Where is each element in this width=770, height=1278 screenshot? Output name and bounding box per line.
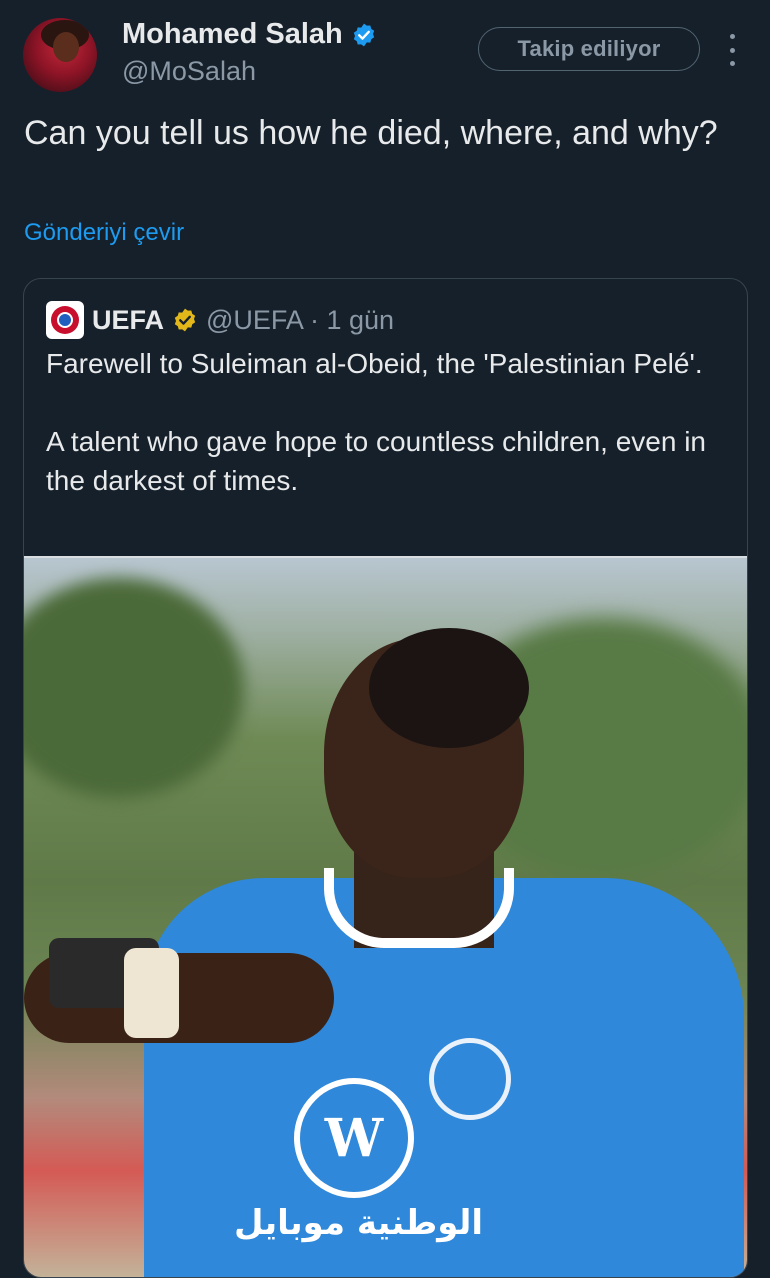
author-name[interactable]: Mohamed Salah <box>122 18 343 51</box>
avatar-face <box>53 32 79 62</box>
player-hair <box>369 628 529 748</box>
following-button[interactable]: Takip ediliyor <box>478 27 700 71</box>
uefa-logo-avatar[interactable] <box>46 301 84 339</box>
quoted-author-handle[interactable]: @UEFA <box>206 305 304 336</box>
quoted-paragraph: Farewell to Suleiman al-Obeid, the 'Pale… <box>46 348 703 379</box>
translate-post-link[interactable]: Gönderiyi çevir <box>24 219 184 247</box>
club-crest-icon <box>429 1038 511 1120</box>
tweet-text: Can you tell us how he died, where, and … <box>24 114 718 152</box>
verified-badge-icon <box>353 23 374 46</box>
shirt-sponsor-text: الوطنية موبايل <box>234 1203 483 1243</box>
quoted-author-name[interactable]: UEFA <box>92 305 164 336</box>
quoted-timestamp[interactable]: · 1 gün <box>310 305 394 336</box>
more-dot <box>729 47 735 53</box>
quoted-tweet-text: Farewell to Suleiman al-Obeid, the 'Pale… <box>46 344 726 500</box>
quoted-media-photo[interactable]: W الوطنية موبايل <box>24 556 747 1277</box>
author-handle[interactable]: @MoSalah <box>122 56 256 87</box>
gold-verified-badge-icon <box>174 308 196 332</box>
photo-background-tree <box>24 578 244 798</box>
quoted-tweet[interactable]: UEFA @UEFA · 1 gün Farewell to Suleiman … <box>23 278 748 1278</box>
more-dot <box>729 34 735 39</box>
more-dot <box>729 61 735 66</box>
uefa-logo-ring <box>51 306 79 334</box>
author-avatar[interactable] <box>23 18 97 92</box>
shirt-collar <box>324 868 514 948</box>
shirt-logo: W <box>294 1078 414 1198</box>
wristband <box>124 948 179 1038</box>
quoted-paragraph: A talent who gave hope to countless chil… <box>46 426 706 496</box>
quoted-tweet-header: UEFA @UEFA · 1 gün <box>46 301 394 339</box>
author-name-row: Mohamed Salah <box>122 18 377 51</box>
more-options-icon[interactable] <box>722 34 742 66</box>
uefa-logo-ball <box>57 312 73 328</box>
